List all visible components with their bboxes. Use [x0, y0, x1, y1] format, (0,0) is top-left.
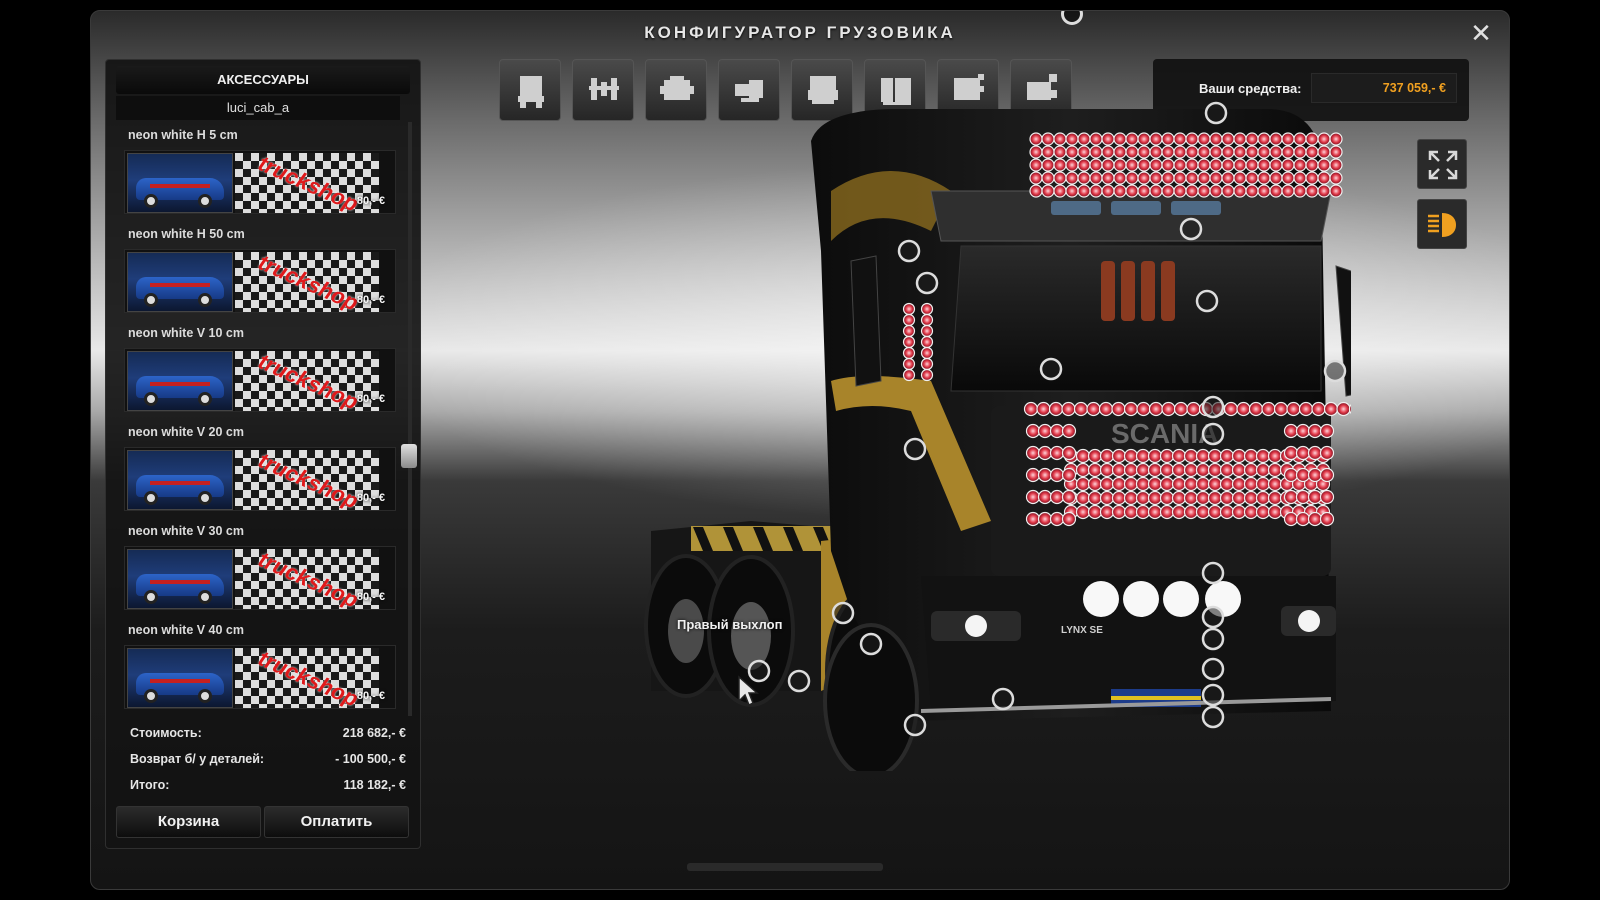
truck-cab: SCANIA LYNX SE: [811, 109, 1372, 779]
attachment-point[interactable]: [1039, 357, 1063, 381]
attachment-point[interactable]: [903, 437, 927, 461]
accessory-thumbnail: [127, 252, 233, 312]
truck-cab-icon: [514, 72, 548, 108]
list-item[interactable]: neon white V 30 cm truckshop 80,- €: [116, 518, 400, 617]
accessory-name: neon white H 50 cm: [128, 227, 245, 241]
accessory-price: 80,- €: [356, 690, 385, 702]
attachment-point[interactable]: [1204, 101, 1228, 125]
attachment-point[interactable]: [859, 632, 883, 656]
accessory-price: 80,- €: [356, 591, 385, 603]
cart-button[interactable]: Корзина: [116, 806, 261, 838]
attachment-point[interactable]: [1323, 359, 1347, 383]
attachment-point[interactable]: [787, 669, 811, 693]
accessory-thumbnail: [127, 153, 233, 213]
title-bar: КОНФИГУРАТОР ГРУЗОВИКА ✕: [91, 11, 1509, 55]
list-item[interactable]: neon white H 50 cm truckshop 80,- €: [116, 221, 400, 320]
headlight-icon: [1428, 213, 1456, 237]
list-item[interactable]: neon white V 10 cm truckshop 80,- €: [116, 320, 400, 419]
accessory-price: 80,- €: [356, 393, 385, 405]
fullscreen-button[interactable]: [1417, 139, 1467, 189]
attachment-point[interactable]: [903, 713, 927, 737]
brand-watermark: truckshop: [254, 351, 363, 411]
accessory-list: neon white H 5 cm truckshop 80,- € neon whi…: [116, 122, 400, 716]
attachment-point[interactable]: [1201, 605, 1225, 629]
refund-label: Возврат б/ у деталей:: [130, 752, 265, 766]
accessory-card[interactable]: truckshop 80,- €: [124, 645, 396, 709]
brand-watermark: truckshop: [254, 153, 363, 213]
attachment-point[interactable]: [1195, 289, 1219, 313]
cost-value: 218 682,- €: [342, 726, 406, 740]
cost-label: Стоимость:: [130, 726, 202, 740]
brand-watermark: truckshop: [254, 252, 363, 312]
pay-button[interactable]: Оплатить: [264, 806, 409, 838]
refund-row: Возврат б/ у деталей: - 100 500,- €: [116, 746, 410, 772]
accessory-card[interactable]: truckshop 80,- €: [124, 150, 396, 214]
attachment-point[interactable]: [1201, 683, 1225, 707]
accessory-card[interactable]: truckshop 80,- €: [124, 249, 396, 313]
attachment-point[interactable]: [1201, 627, 1225, 651]
accessory-name: neon white H 5 cm: [128, 128, 238, 142]
attachment-point[interactable]: [1201, 395, 1225, 419]
category-button[interactable]: [572, 59, 634, 121]
accessory-price: 80,- €: [356, 294, 385, 306]
totals-section: Стоимость: 218 682,- € Возврат б/ у дета…: [116, 720, 410, 798]
accessory-name: neon white V 20 cm: [128, 425, 245, 439]
attachment-point[interactable]: [915, 271, 939, 295]
chassis-icon: [587, 72, 621, 108]
scrollbar-thumb[interactable]: [401, 444, 417, 468]
accessory-name: neon white V 40 cm: [128, 623, 245, 637]
accessory-thumbnail: [127, 450, 233, 510]
accessory-card[interactable]: truckshop 80,- €: [124, 447, 396, 511]
accessory-price: 80,- €: [356, 195, 385, 207]
accessory-thumbnail: [127, 648, 233, 708]
attachment-point[interactable]: [1201, 561, 1225, 585]
accessory-thumbnail: [127, 549, 233, 609]
attachment-point[interactable]: [1201, 705, 1225, 729]
accessories-panel: АКСЕССУАРЫ luci_cab_a neon white H 5 cm t…: [105, 59, 421, 849]
accessory-name: neon white V 30 cm: [128, 524, 245, 538]
plate-badge: LYNX SE: [1061, 625, 1103, 636]
bottom-handle: [687, 863, 883, 871]
window-title: КОНФИГУРАТОР ГРУЗОВИКА: [644, 23, 956, 42]
accessory-price: 80,- €: [356, 492, 385, 504]
total-value: 118 182,- €: [343, 778, 406, 792]
cost-row: Стоимость: 218 682,- €: [116, 720, 410, 746]
list-item[interactable]: neon white H 5 cm truckshop 80,- €: [116, 122, 400, 221]
accessory-name: neon white V 10 cm: [128, 326, 245, 340]
refund-value: - 100 500,- €: [335, 752, 406, 766]
attachment-point[interactable]: [1201, 422, 1225, 446]
headlights-toggle[interactable]: [1417, 199, 1467, 249]
panel-title: АКСЕССУАРЫ: [116, 66, 410, 94]
accessory-card[interactable]: truckshop 80,- €: [124, 546, 396, 610]
brand-watermark: truckshop: [254, 450, 363, 510]
brand-watermark: truckshop: [254, 549, 363, 609]
accessory-thumbnail: [127, 351, 233, 411]
brand-watermark: truckshop: [254, 648, 363, 708]
attachment-point[interactable]: [1201, 657, 1225, 681]
attachment-point[interactable]: [1179, 217, 1203, 241]
truck-3d-view[interactable]: SCANIA LYNX SE: [631, 51, 1420, 779]
list-item[interactable]: neon white V 40 cm truckshop 80,- €: [116, 617, 400, 716]
attachment-hint: Правый выхлоп: [677, 617, 783, 632]
total-row: Итого: 118 182,- €: [116, 772, 410, 798]
close-button[interactable]: ✕: [1467, 19, 1495, 47]
total-label: Итого:: [130, 778, 170, 792]
attachment-point[interactable]: [897, 239, 921, 263]
slot-name: luci_cab_a: [116, 96, 400, 120]
accessory-card[interactable]: truckshop 80,- €: [124, 348, 396, 412]
mouse-cursor-icon: [738, 675, 759, 707]
list-item[interactable]: neon white V 20 cm truckshop 80,- €: [116, 419, 400, 518]
truck-configurator-window: КОНФИГУРАТОР ГРУЗОВИКА ✕ АКСЕССУАРЫ luci…: [90, 10, 1510, 890]
attachment-point[interactable]: [831, 601, 855, 625]
expand-icon: [1428, 150, 1458, 180]
category-button[interactable]: [499, 59, 561, 121]
truck-render: SCANIA LYNX SE: [644, 101, 1420, 779]
attachment-point[interactable]: [991, 687, 1015, 711]
scrollbar-track[interactable]: [408, 122, 412, 716]
